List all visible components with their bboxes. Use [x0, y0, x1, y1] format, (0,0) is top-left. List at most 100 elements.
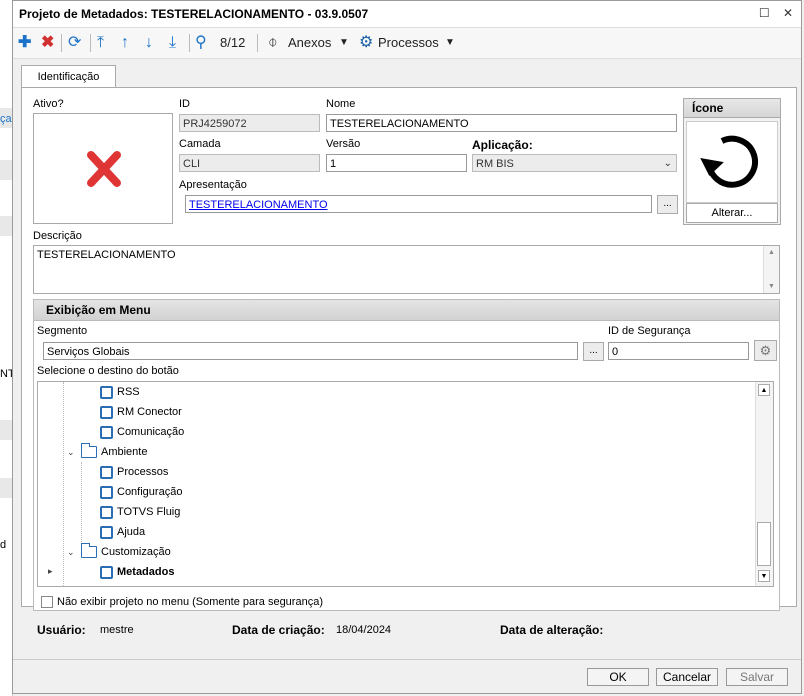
chevron-down-icon[interactable]: ⌄ — [67, 547, 75, 558]
criacao-value: 18/04/2024 — [336, 624, 392, 636]
salvar-button[interactable]: Salvar — [726, 668, 788, 686]
tree-node[interactable]: TOTVS Fluig — [100, 503, 180, 521]
inactive-x-icon — [87, 151, 121, 187]
chevron-down-icon[interactable]: ▼ — [339, 33, 349, 53]
aplicacao-select[interactable]: RM BIS ⌄ — [472, 154, 677, 172]
tree-scrollbar[interactable]: ▲ ▼ — [755, 382, 773, 586]
id-label: ID — [179, 98, 190, 110]
apresentacao-label: Apresentação — [179, 179, 247, 191]
alteracao-label: Data de alteração: — [500, 623, 604, 637]
document-icon — [100, 425, 113, 439]
bg-row — [0, 216, 12, 236]
document-icon — [100, 565, 113, 579]
tree-node[interactable]: Ambiente — [81, 443, 147, 461]
icone-group: Ícone Alterar... — [683, 98, 781, 225]
tree-node-label: Configuração — [117, 486, 183, 498]
tree-node-label: Comunicação — [117, 426, 185, 438]
alterar-button[interactable]: Alterar... — [686, 203, 778, 223]
id-seguranca-label: ID de Segurança — [608, 325, 691, 337]
destino-label: Selecione o destino do botão — [37, 365, 179, 377]
descricao-value: TESTERELACIONAMENTO — [37, 249, 176, 261]
refresh-icon[interactable]: ⟳ — [68, 33, 81, 53]
id-field: PRJ4259072 — [179, 114, 320, 132]
cancelar-button[interactable]: Cancelar — [656, 668, 718, 686]
descricao-scrollbar[interactable]: ▲ ▼ — [763, 246, 779, 293]
tree-node[interactable]: RM Conector — [100, 403, 182, 421]
folder-icon — [81, 443, 97, 459]
ok-button[interactable]: OK — [587, 668, 649, 686]
tree-node-selected[interactable]: Metadados — [100, 563, 174, 581]
processos-menu[interactable]: Processos — [378, 33, 439, 53]
apresentacao-browse-button[interactable]: ... — [657, 195, 678, 214]
chevron-right-icon[interactable]: ▸ — [48, 566, 53, 577]
anexos-menu[interactable]: Anexos — [288, 33, 331, 53]
aplicacao-label: Aplicação: — [472, 138, 533, 152]
chevron-down-icon[interactable]: ▼ — [445, 33, 455, 53]
segmento-browse-button[interactable]: ... — [583, 342, 604, 361]
document-icon — [100, 525, 113, 539]
window-title: Projeto de Metadados: TESTERELACIONAMENT… — [19, 7, 369, 21]
icone-preview — [686, 121, 778, 203]
tree-node-label: RSS — [117, 386, 140, 398]
bg-fragment: ça — [0, 113, 12, 125]
previous-record-icon[interactable]: ↑ — [121, 33, 129, 53]
tree-node[interactable]: RSS — [100, 383, 140, 401]
document-icon — [100, 485, 113, 499]
camada-field: CLI — [179, 154, 320, 172]
tree-node-label: RM Conector — [117, 406, 182, 418]
tree-node-label: Processos — [117, 466, 169, 478]
title-bar: Projeto de Metadados: TESTERELACIONAMENT… — [13, 1, 801, 28]
dialog-window: Projeto de Metadados: TESTERELACIONAMENT… — [12, 0, 802, 694]
ativo-label: Ativo? — [33, 98, 64, 110]
descricao-field[interactable]: TESTERELACIONAMENTO ▲ ▼ — [33, 245, 780, 294]
tree-node[interactable]: Ajuda — [100, 523, 145, 541]
usuario-value: mestre — [100, 624, 134, 636]
tree-node[interactable]: Configuração — [100, 483, 182, 501]
folder-icon — [81, 543, 97, 559]
scrollbar-thumb[interactable] — [757, 522, 771, 566]
gear-icon[interactable]: ⚙ — [359, 33, 373, 53]
tree-node[interactable]: Customização — [81, 543, 171, 561]
tree-node[interactable]: Processos — [100, 463, 168, 481]
delete-icon[interactable]: ✖ — [41, 33, 54, 53]
versao-label: Versão — [326, 138, 361, 150]
document-icon — [100, 385, 113, 399]
id-seguranca-field[interactable]: 0 — [608, 342, 749, 360]
tree-node-label: Ajuda — [117, 526, 146, 538]
segmento-field[interactable]: Serviços Globais — [43, 342, 578, 360]
last-record-icon[interactable]: ⤓ — [169, 33, 176, 53]
ativo-toggle[interactable] — [33, 113, 173, 224]
bg-row — [0, 160, 12, 180]
chevron-down-icon[interactable]: ⌄ — [67, 447, 75, 458]
tree-node[interactable]: Comunicação — [100, 423, 184, 441]
tree-node-label: TOTVS Fluig — [117, 506, 181, 518]
maximize-icon[interactable]: ☐ — [759, 6, 770, 20]
tree-node-label: Metadados — [117, 566, 175, 578]
versao-field[interactable]: 1 — [326, 154, 467, 172]
toolbar: ✚ ✖ ⟳ ⤒ ↑ ↓ ⤓ ⚲ 8/12 ⌽ Anexos ▼ ⚙ Proces… — [13, 28, 801, 59]
segmento-label: Segmento — [37, 325, 88, 337]
nome-field[interactable]: TESTERELACIONAMENTO — [326, 114, 677, 132]
add-icon[interactable]: ✚ — [18, 33, 31, 53]
exibicao-menu-header: Exibição em Menu — [34, 300, 779, 321]
document-icon — [100, 505, 113, 519]
nome-label: Nome — [326, 98, 356, 110]
destino-tree[interactable]: RSS RM Conector Comunicação ⌄ Ambiente P… — [37, 381, 774, 587]
aplicacao-value: RM BIS — [476, 158, 514, 170]
tree-node-label: Customização — [101, 546, 171, 558]
first-record-icon[interactable]: ⤒ — [97, 33, 104, 53]
close-icon[interactable]: ✕ — [783, 6, 793, 20]
paperclip-icon[interactable]: ⌽ — [268, 33, 278, 53]
tab-identificacao[interactable]: Identificação — [21, 65, 116, 88]
criacao-label: Data de criação: — [232, 623, 325, 637]
search-icon[interactable]: ⚲ — [195, 33, 207, 53]
icone-label: Ícone — [684, 99, 780, 118]
bg-row — [0, 420, 12, 440]
apresentacao-field[interactable]: TESTERELACIONAMENTO — [185, 195, 652, 213]
nao-exibir-checkbox[interactable] — [41, 596, 53, 608]
bg-fragment: d — [0, 539, 7, 551]
camada-label: Camada — [179, 138, 221, 150]
gear-icon[interactable]: ⚙ — [754, 340, 777, 361]
reset-icon — [700, 135, 758, 188]
next-record-icon[interactable]: ↓ — [145, 33, 153, 53]
